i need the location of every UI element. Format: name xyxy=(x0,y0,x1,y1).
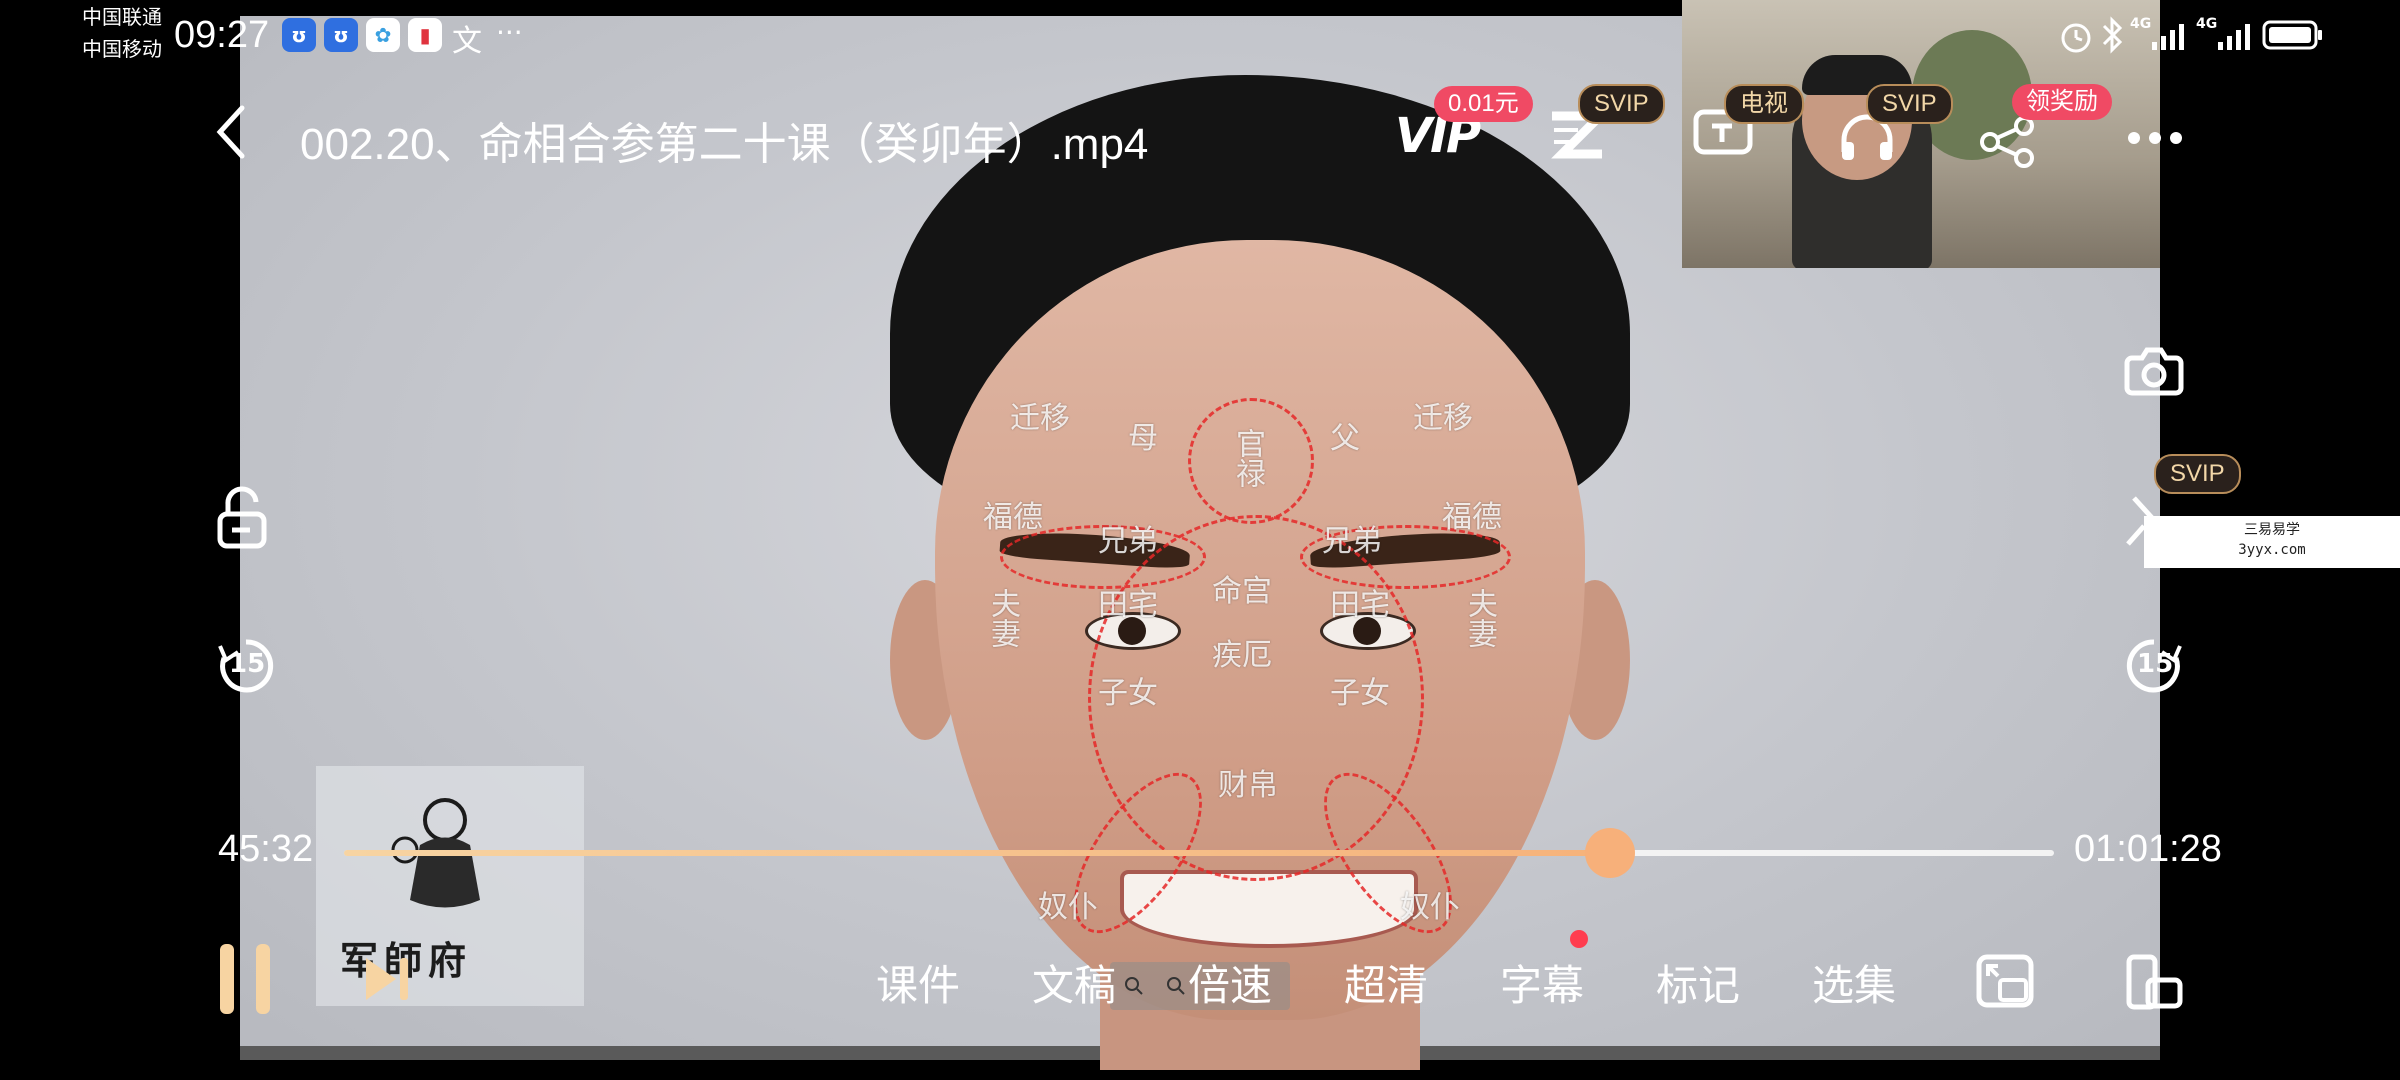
forward-seconds: 15 xyxy=(2137,649,2174,679)
site-stamp-name: 三易易学 xyxy=(2244,522,2300,538)
rewind-seconds: 15 xyxy=(229,649,266,679)
svip-badge-2: SVIP xyxy=(1866,84,1953,124)
carrier-2: 中国移动 xyxy=(82,39,162,61)
control-transcript[interactable]: 文稿 xyxy=(1032,952,1116,1013)
carrier-1: 中国联通 xyxy=(82,7,162,29)
status-more: ··· xyxy=(496,16,523,49)
network-2: 4G xyxy=(2196,16,2218,32)
vip-price-badge: 0.01元 xyxy=(1434,86,1533,122)
pause-icon[interactable] xyxy=(218,942,274,1016)
rewind-15-button[interactable]: 15 xyxy=(216,636,276,696)
label-fuqi-left: 夫妻 xyxy=(985,588,1020,648)
label-qianyi-right: 迁移 xyxy=(1413,401,1473,436)
video-title: 002.20、命相合参第二十课（癸卯年）.mp4 xyxy=(300,120,1149,169)
bluetooth-icon xyxy=(2102,16,2123,54)
label-minggong: 命宫 xyxy=(1212,574,1272,609)
current-time: 45:32 xyxy=(218,828,314,870)
label-zinv-right: 子女 xyxy=(1330,676,1390,711)
app-u-icon-1: ʊ xyxy=(282,18,316,52)
network-1: 4G xyxy=(2130,16,2152,32)
control-quality[interactable]: 超清 xyxy=(1344,952,1428,1013)
label-tianzhai-right: 田宅 xyxy=(1330,588,1390,623)
label-jie: 疾厄 xyxy=(1212,638,1272,673)
tv-badge: 电视 xyxy=(1724,84,1804,124)
site-stamp-url: 3yyx.com xyxy=(2238,542,2306,558)
screen-rotate-icon[interactable] xyxy=(2126,954,2183,1010)
camera-icon[interactable] xyxy=(2124,344,2184,396)
signal-icon-1 xyxy=(2152,24,2184,50)
reward-badge[interactable]: 领奖励 xyxy=(2012,84,2112,120)
battery-icon xyxy=(2262,20,2322,50)
label-fude-left: 福德 xyxy=(983,500,1043,535)
progress-knob[interactable] xyxy=(1585,828,1635,878)
control-bookmark[interactable]: 标记 xyxy=(1656,952,1740,1013)
label-tianzhai-left: 田宅 xyxy=(1098,588,1158,623)
signal-icon-2 xyxy=(2218,24,2250,50)
total-time: 01:01:28 xyxy=(2074,828,2222,870)
more-dots-icon[interactable] xyxy=(2126,130,2184,146)
side-svip-badge: SVIP xyxy=(2154,454,2241,494)
control-subtitles[interactable]: 字幕 xyxy=(1500,952,1584,1013)
share-icon[interactable] xyxy=(1980,116,2036,168)
zoom-in-icon xyxy=(1125,977,1143,995)
label-nupu-right: 奴仆 xyxy=(1400,890,1460,925)
label-fude-right: 福德 xyxy=(1442,500,1502,535)
app-book-icon: ▮ xyxy=(408,18,442,52)
zoom-out-icon xyxy=(1167,977,1185,995)
alarm-icon xyxy=(2061,23,2091,53)
label-fuqi-right: 夫妻 xyxy=(1462,588,1497,648)
app-translate-icon: 文 xyxy=(452,24,482,59)
forward-15-button[interactable]: 15 xyxy=(2124,636,2184,696)
label-nupu-left: 奴仆 xyxy=(1038,890,1098,925)
control-courseware[interactable]: 课件 xyxy=(876,952,960,1013)
label-zinv-left: 子女 xyxy=(1098,676,1158,711)
control-episodes[interactable]: 选集 xyxy=(1812,952,1896,1013)
site-stamp: 三易易学 3yyx.com xyxy=(2144,516,2400,568)
lock-open-icon[interactable] xyxy=(214,486,270,552)
label-caibo: 财帛 xyxy=(1218,768,1278,803)
back-chevron-icon[interactable] xyxy=(212,100,252,164)
status-time: 09:27 xyxy=(174,14,270,56)
subtitles-new-dot xyxy=(1570,930,1588,948)
label-guanlu: 官禄 xyxy=(1230,428,1265,488)
label-qianyi-left: 迁移 xyxy=(1010,401,1070,436)
control-speed[interactable]: 倍速 xyxy=(1188,952,1272,1013)
label-fu: 父 xyxy=(1330,421,1360,456)
app-u-icon-2: ʊ xyxy=(324,18,358,52)
next-episode-icon[interactable] xyxy=(362,954,412,1004)
progress-fill xyxy=(344,850,1610,856)
label-xiongdi-left: 兄弟 xyxy=(1098,524,1158,559)
pip-toggle-icon[interactable] xyxy=(1976,954,2034,1008)
pin-icon[interactable] xyxy=(2124,490,2164,550)
app-cloud-icon: ✿ xyxy=(366,18,400,52)
label-mu: 母 xyxy=(1128,421,1158,456)
label-xiongdi-right: 兄弟 xyxy=(1322,524,1382,559)
svip-badge-1: SVIP xyxy=(1578,84,1665,124)
